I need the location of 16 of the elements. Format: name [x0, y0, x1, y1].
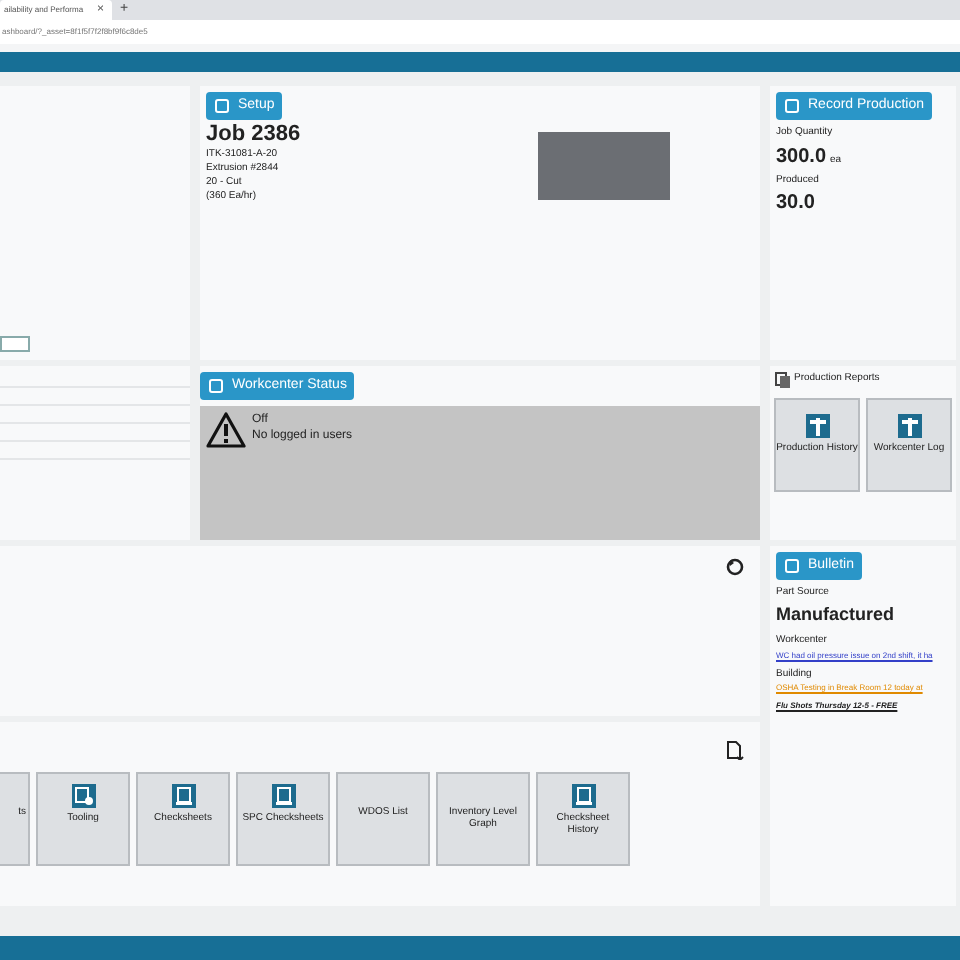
job-quantity: 300.0 [776, 143, 827, 171]
input-field[interactable] [0, 336, 30, 352]
photo-placeholder [538, 132, 670, 200]
document-icon [726, 740, 744, 760]
checklist-icon [271, 784, 295, 808]
gear-document-icon [71, 784, 95, 808]
part-source: Manufactured [776, 601, 895, 627]
refresh-icon [726, 558, 744, 576]
signpost-icon [897, 414, 921, 438]
signpost-icon [805, 414, 829, 438]
warning-icon [206, 412, 246, 448]
job-number: Job 2386 [206, 122, 301, 148]
reports-icon [774, 372, 790, 388]
checklist-icon [571, 784, 595, 808]
checklist-icon [171, 784, 195, 808]
produced-quantity: 30.0 [776, 190, 815, 218]
